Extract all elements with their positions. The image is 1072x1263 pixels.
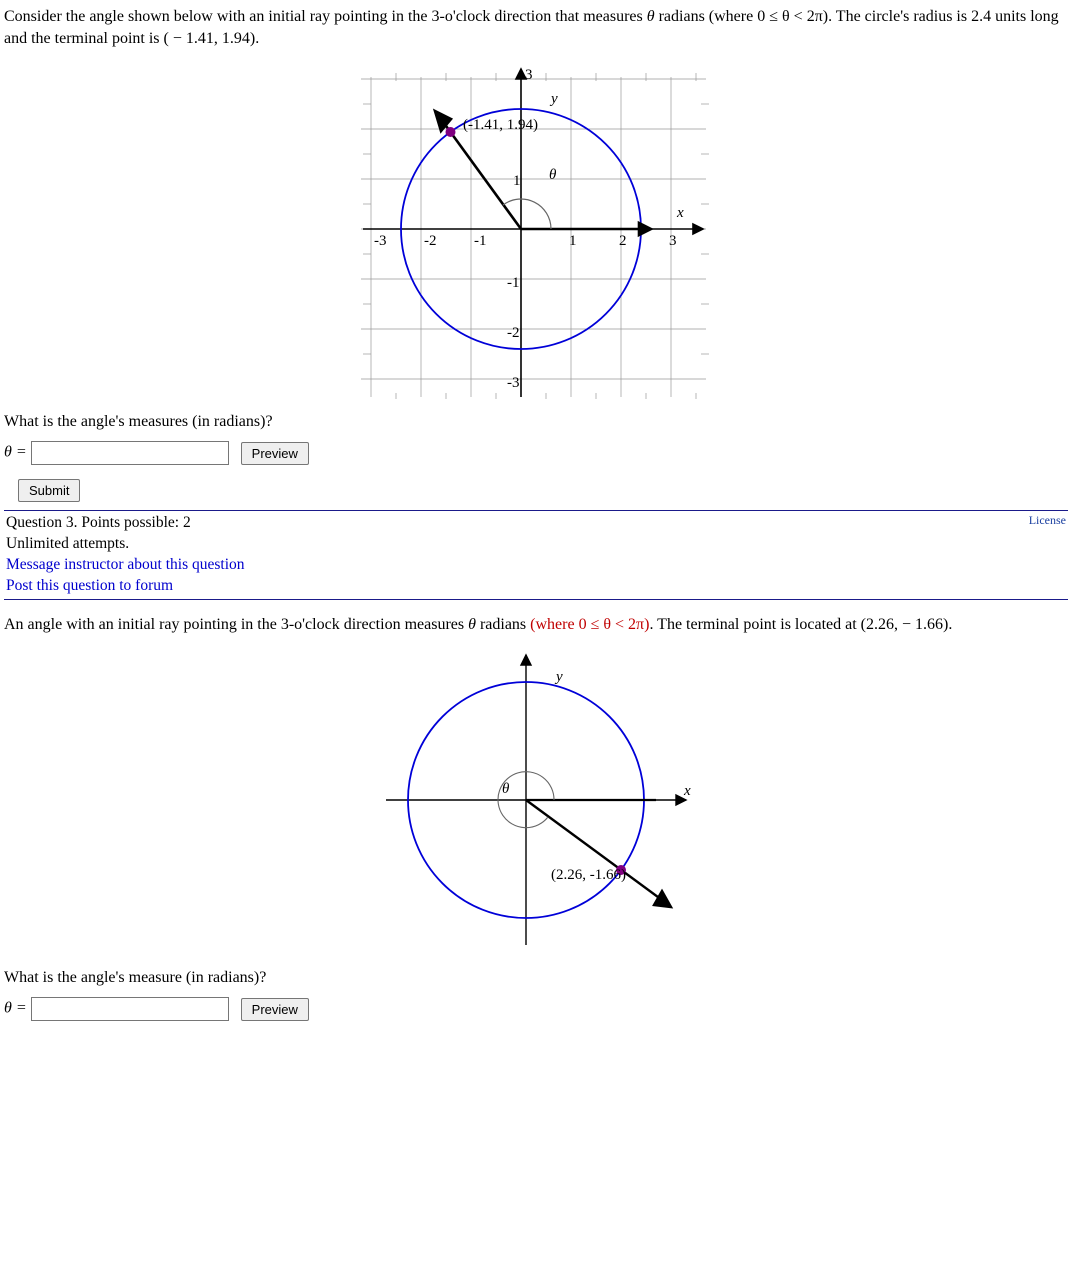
figure-2: (2.26, -1.66) y x θ xyxy=(4,645,1068,955)
points-text: Question 3. Points possible: 2 xyxy=(6,513,245,534)
tick: 1 xyxy=(569,233,577,249)
tick: -1 xyxy=(474,233,487,249)
tick: 3 xyxy=(669,233,677,249)
y-axis-label: y xyxy=(554,669,563,685)
tick: 1 xyxy=(513,173,521,189)
submit-button[interactable]: Submit xyxy=(18,479,80,502)
theta-symbol: θ xyxy=(647,8,655,25)
theta-arc-label: θ xyxy=(502,781,510,797)
tick: -1 xyxy=(507,275,520,291)
point-label: (-1.41, 1.94) xyxy=(463,117,538,133)
answer-input[interactable] xyxy=(31,441,229,465)
tick: -3 xyxy=(507,375,520,391)
tick: -3 xyxy=(374,233,387,249)
theta-equals: θ = xyxy=(4,444,27,461)
theta-equals: θ = xyxy=(4,1000,27,1017)
tick: -2 xyxy=(424,233,437,249)
answer-input[interactable] xyxy=(31,997,229,1021)
message-instructor-link[interactable]: Message instructor about this question xyxy=(6,555,245,576)
answer-row: θ = Preview xyxy=(4,441,1068,465)
tick: 2 xyxy=(619,233,627,249)
angle-graph-1: (-1.41, 1.94) y x θ -3 -2 -1 1 2 3 1 -1 … xyxy=(351,59,721,399)
attempts-text: Unlimited attempts. xyxy=(6,534,245,555)
x-axis-label: x xyxy=(683,783,691,799)
separator xyxy=(4,599,1068,600)
preview-button[interactable]: Preview xyxy=(241,442,309,465)
y-axis-label: y xyxy=(549,91,558,107)
question-1: Consider the angle shown below with an i… xyxy=(4,6,1068,600)
preview-button[interactable]: Preview xyxy=(241,998,309,1021)
question-prompt: What is the angle's measure (in radians)… xyxy=(4,969,1068,987)
point-label: (2.26, -1.66) xyxy=(551,867,626,883)
range-text: 0 ≤ θ < 2π xyxy=(757,8,823,25)
question-prompt: What is the angle's measures (in radians… xyxy=(4,413,1068,431)
problem-statement: An angle with an initial ray pointing in… xyxy=(4,614,1068,636)
license-link[interactable]: License xyxy=(1029,513,1066,528)
submit-row: Submit xyxy=(4,479,1068,502)
question-meta: Question 3. Points possible: 2 Unlimited… xyxy=(4,511,1068,599)
theta-arc-label: θ xyxy=(549,167,557,183)
text: radians xyxy=(476,616,530,633)
angle-graph-2: (2.26, -1.66) y x θ xyxy=(356,645,716,955)
text: . The terminal point is located at (2.26… xyxy=(649,616,952,633)
theta-symbol: θ xyxy=(468,616,476,633)
answer-row: θ = Preview xyxy=(4,997,1068,1021)
range-text-red: (where 0 ≤ θ < 2π) xyxy=(530,616,649,633)
figure-1: (-1.41, 1.94) y x θ -3 -2 -1 1 2 3 1 -1 … xyxy=(4,59,1068,399)
text: An angle with an initial ray pointing in… xyxy=(4,616,468,633)
text: radians (where xyxy=(655,8,758,25)
post-to-forum-link[interactable]: Post this question to forum xyxy=(6,576,245,597)
problem-statement: Consider the angle shown below with an i… xyxy=(4,6,1068,49)
x-axis-label: x xyxy=(676,205,684,221)
text: Consider the angle shown below with an i… xyxy=(4,8,647,25)
tick: 3 xyxy=(525,67,533,83)
question-2: An angle with an initial ray pointing in… xyxy=(4,614,1068,1022)
tick: -2 xyxy=(507,325,520,341)
